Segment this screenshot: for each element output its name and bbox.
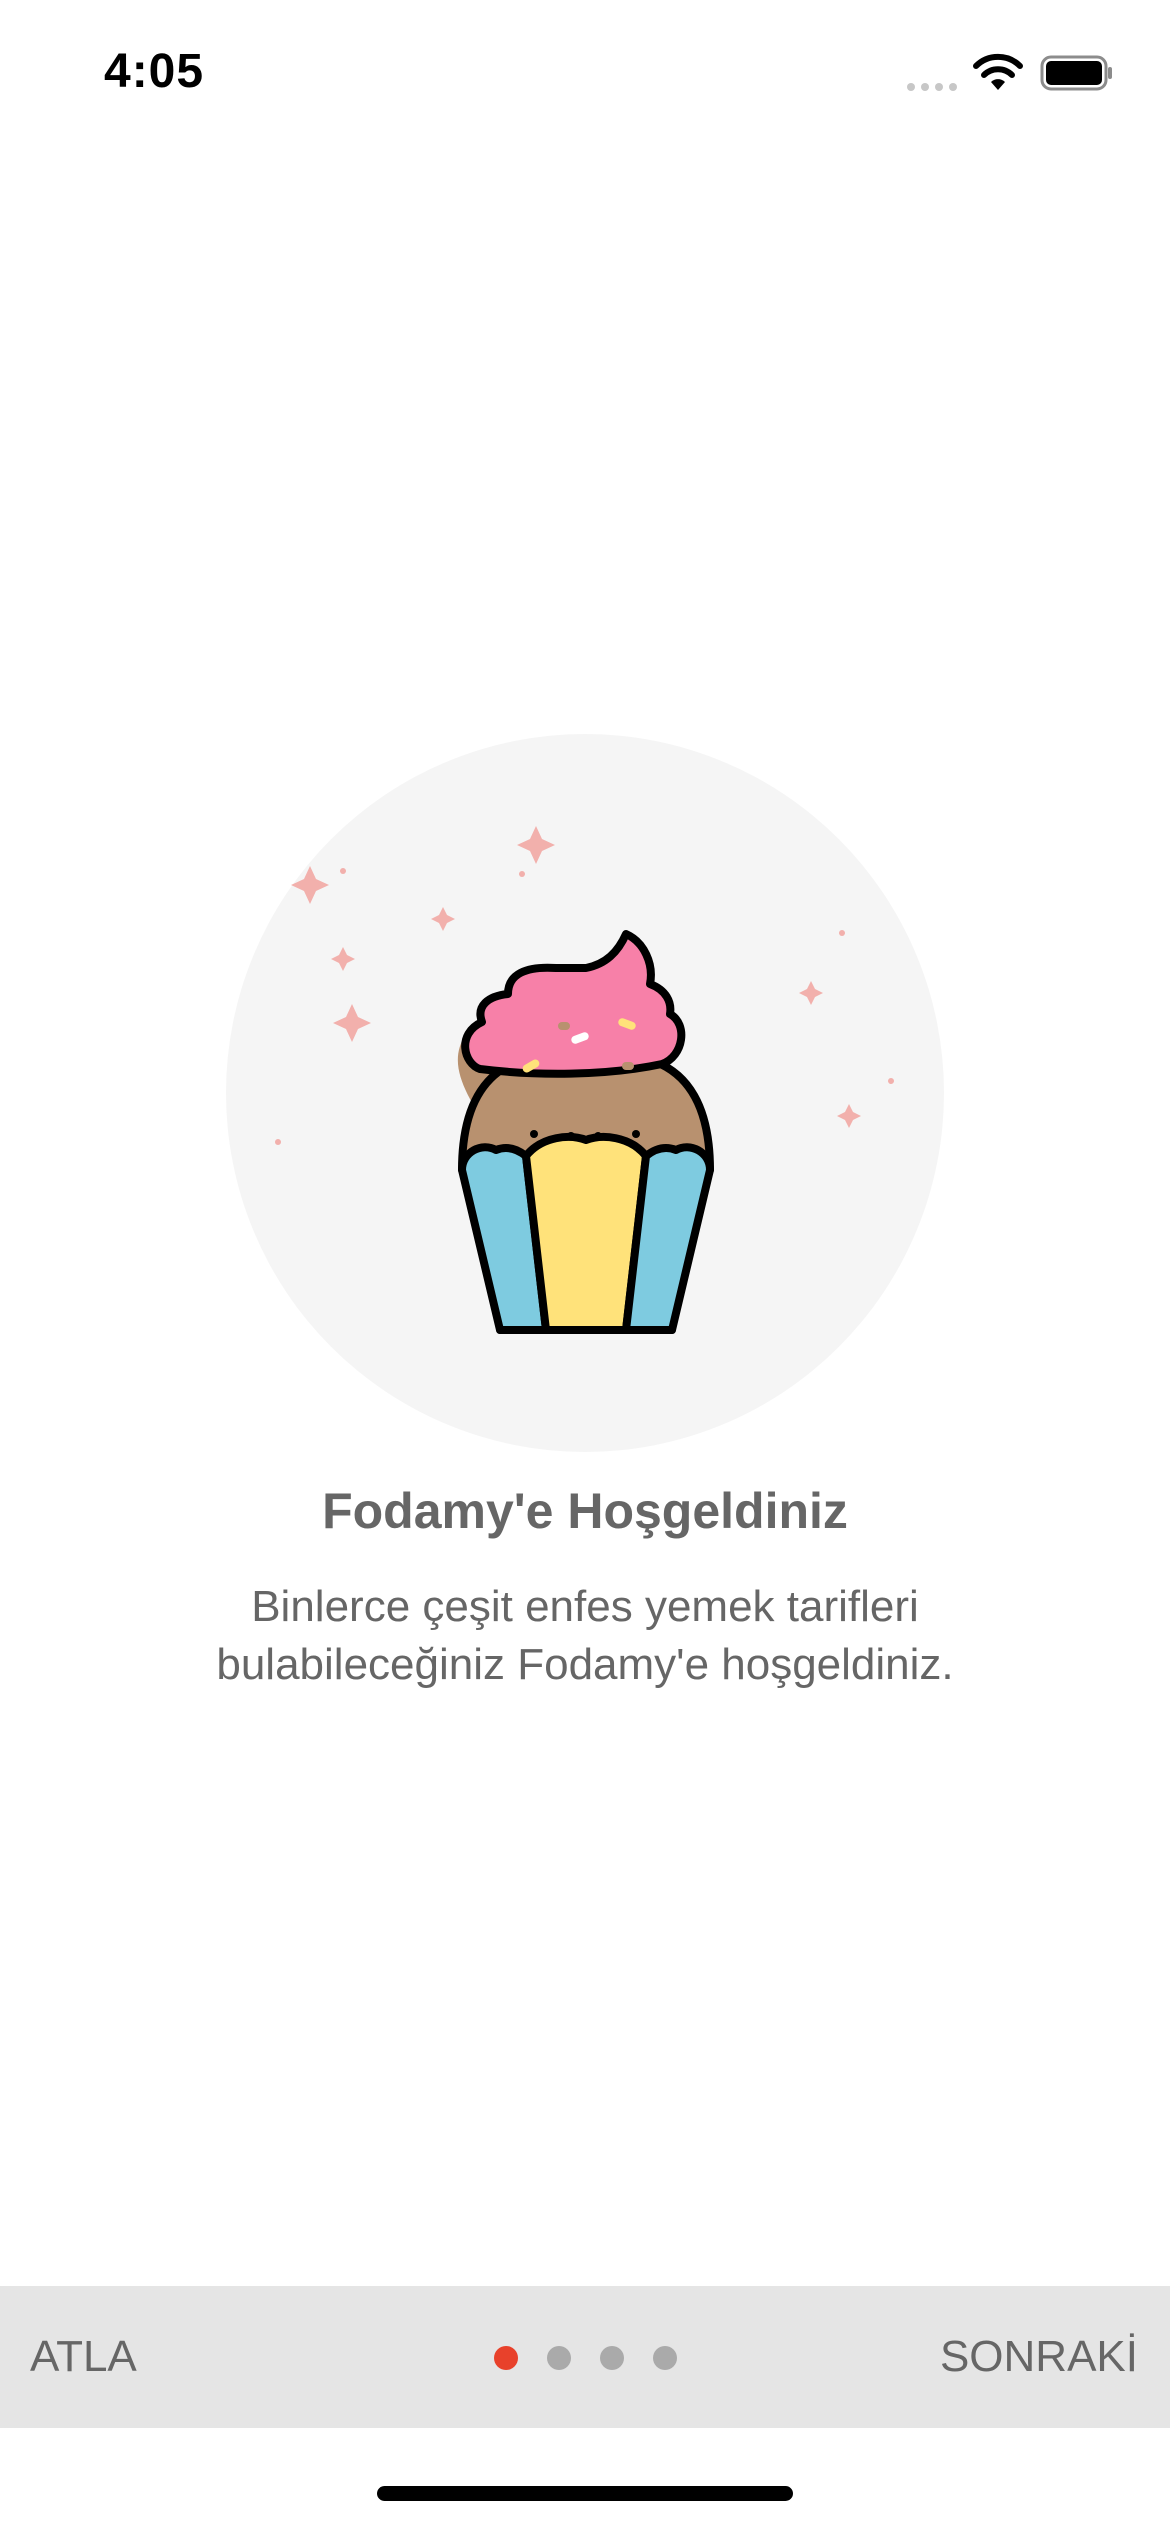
- onboarding-description: Binlerce çeşit enfes yemek tarifleri bul…: [216, 1582, 954, 1689]
- battery-icon: [1040, 55, 1112, 91]
- wifi-icon: [973, 53, 1023, 90]
- onboarding-nav-bar: ATLA SONRAKİ: [0, 2286, 1170, 2428]
- next-button[interactable]: SONRAKİ: [940, 2286, 1138, 2428]
- cupcake: [457, 930, 714, 1334]
- page-dot-4[interactable]: [653, 2346, 677, 2370]
- skip-button[interactable]: ATLA: [30, 2286, 137, 2428]
- cellular-signal-icon: [907, 83, 957, 91]
- page-dot-2[interactable]: [547, 2346, 571, 2370]
- page-indicator: [494, 2346, 677, 2370]
- status-bar: 4:05: [0, 0, 1170, 140]
- cupcake-illustration: [275, 826, 894, 1334]
- page-dot-1[interactable]: [494, 2346, 518, 2370]
- home-indicator[interactable]: [377, 2486, 793, 2501]
- onboarding-title: Fodamy'e Hoşgeldiniz: [322, 1483, 848, 1539]
- status-time: 4:05: [104, 45, 205, 98]
- page-dot-3[interactable]: [600, 2346, 624, 2370]
